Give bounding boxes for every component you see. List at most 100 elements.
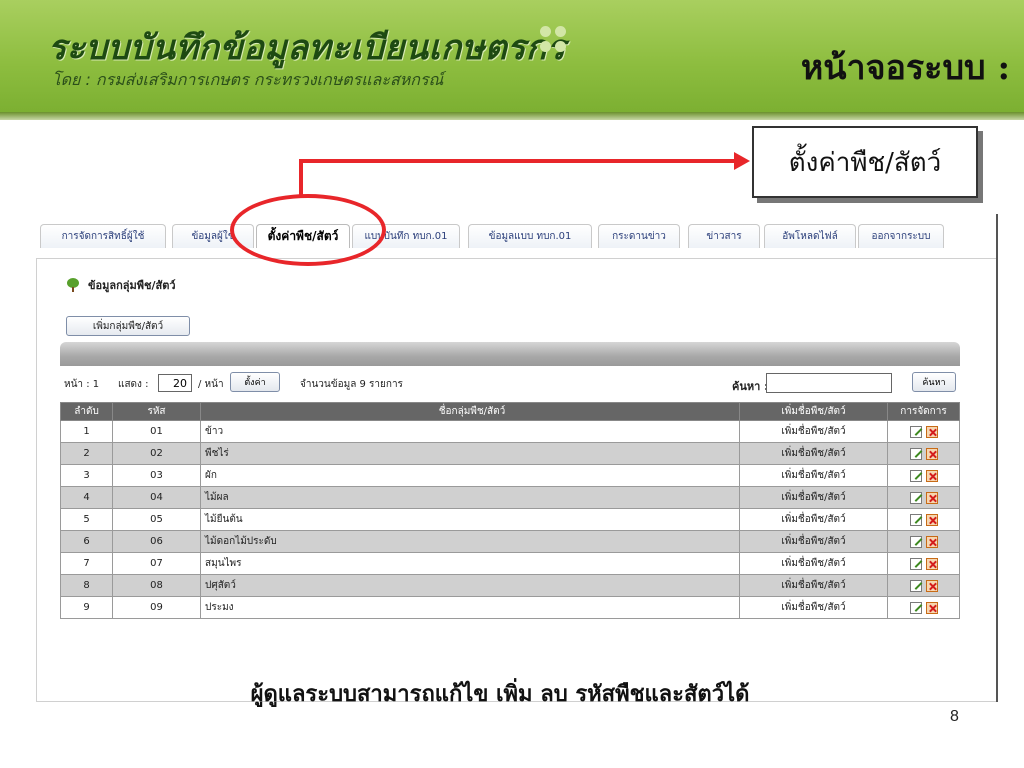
add-crop-name-link[interactable]: เพิ่มชื่อพืช/สัตว์ [739,508,888,531]
cell-name: ผัก [200,464,740,487]
screen-title: หน้าจอระบบ : [800,48,1010,88]
edit-icon[interactable] [909,579,922,592]
table-row: 6 06 ไม้ดอกไม้ประดับ เพิ่มชื่อพืช/สัตว์ [60,530,960,553]
add-crop-name-link[interactable]: เพิ่มชื่อพืช/สัตว์ [739,486,888,509]
tab-upload-file[interactable]: อัพโหลดไฟล์ [764,224,856,248]
banner-divider [0,112,1024,120]
arrow-line-vertical [299,160,303,198]
cell-name: ไม้ดอกไม้ประดับ [200,530,740,553]
cell-code: 03 [112,464,201,487]
table-row: 2 02 พืชไร่ เพิ่มชื่อพืช/สัตว์ [60,442,960,465]
delete-icon[interactable] [925,579,938,592]
add-crop-name-link[interactable]: เพิ่มชื่อพืช/สัตว์ [739,442,888,465]
delete-icon[interactable] [925,513,938,526]
delete-icon[interactable] [925,557,938,570]
add-crop-name-link[interactable]: เพิ่มชื่อพืช/สัตว์ [739,596,888,619]
logo-dots-icon [540,26,570,56]
edit-icon[interactable] [909,513,922,526]
delete-icon[interactable] [925,447,938,460]
cell-no: 8 [60,574,113,597]
delete-icon[interactable] [925,425,938,438]
cell-name: ประมง [200,596,740,619]
cell-no: 3 [60,464,113,487]
cell-no: 1 [60,420,113,443]
cell-name: ปศุสัตว์ [200,574,740,597]
tab-board[interactable]: กระดานข่าว [598,224,680,248]
add-crop-name-link[interactable]: เพิ่มชื่อพืช/สัตว์ [739,574,888,597]
table-row: 9 09 ประมง เพิ่มชื่อพืช/สัตว์ [60,596,960,619]
edit-icon[interactable] [909,447,922,460]
table-row: 3 03 ผัก เพิ่มชื่อพืช/สัตว์ [60,464,960,487]
edit-icon[interactable] [909,491,922,504]
table-row: 1 01 ข้าว เพิ่มชื่อพืช/สัตว์ [60,420,960,443]
page-size-input[interactable] [158,374,192,392]
cell-code: 08 [112,574,201,597]
tab-logout[interactable]: ออกจากระบบ [858,224,944,248]
page-label: หน้า : 1 [64,379,100,390]
cell-code: 06 [112,530,201,553]
cell-actions [887,486,960,509]
page-number: 8 [950,708,959,725]
search-input[interactable] [766,373,892,393]
tab-bar: การจัดการสิทธิ์ผู้ใช้ ข้อมูลผู้ใช้ ตั้งค… [36,224,998,260]
add-crop-name-link[interactable]: เพิ่มชื่อพืช/สัตว์ [739,552,888,575]
cell-no: 6 [60,530,113,553]
header-action: การจัดการ [887,402,960,421]
cell-no: 2 [60,442,113,465]
delete-icon[interactable] [925,535,938,548]
tab-user-rights[interactable]: การจัดการสิทธิ์ผู้ใช้ [40,224,166,248]
search-button[interactable]: ค้นหา [912,372,956,392]
cell-code: 07 [112,552,201,575]
delete-icon[interactable] [925,601,938,614]
header-code: รหัส [112,402,201,421]
add-crop-name-link[interactable]: เพิ่มชื่อพืช/สัตว์ [739,464,888,487]
edit-icon[interactable] [909,469,922,482]
cell-actions [887,530,960,553]
cell-actions [887,464,960,487]
cell-actions [887,596,960,619]
cell-name: สมุนไพร [200,552,740,575]
add-crop-name-link[interactable]: เพิ่มชื่อพืช/สัตว์ [739,530,888,553]
table-row: 5 05 ไม้ยืนต้น เพิ่มชื่อพืช/สัตว์ [60,508,960,531]
cell-name: ไม้ยืนต้น [200,508,740,531]
cell-no: 4 [60,486,113,509]
edit-icon[interactable] [909,601,922,614]
header-no: ลำดับ [60,402,113,421]
edit-icon[interactable] [909,535,922,548]
per-page-label: / หน้า [198,379,224,390]
edit-icon[interactable] [909,557,922,570]
highlight-ellipse [230,194,386,266]
set-page-size-button[interactable]: ตั้งค่า [230,372,280,392]
cell-name: พืชไร่ [200,442,740,465]
table-row: 8 08 ปศุสัตว์ เพิ่มชื่อพืช/สัตว์ [60,574,960,597]
app-screenshot: การจัดการสิทธิ์ผู้ใช้ ข้อมูลผู้ใช้ ตั้งค… [36,214,998,702]
table-row: 7 07 สมุนไพร เพิ่มชื่อพืช/สัตว์ [60,552,960,575]
cell-code: 01 [112,420,201,443]
table-header-row: ลำดับ รหัส ชื่อกลุ่มพืช/สัตว์ เพิ่มชื่อพ… [60,402,960,421]
cell-code: 02 [112,442,201,465]
cell-code: 09 [112,596,201,619]
header-name: ชื่อกลุ่มพืช/สัตว์ [200,402,740,421]
cell-code: 05 [112,508,201,531]
table-body: 1 01 ข้าว เพิ่มชื่อพืช/สัตว์ 2 02 พืชไร่ เพิ่มช… [60,420,960,619]
slide: ระบบบันทึกข้อมูลทะเบียนเกษตรกร โดย : กรม… [0,0,1024,768]
delete-icon[interactable] [925,491,938,504]
cell-actions [887,442,960,465]
edit-icon[interactable] [909,425,922,438]
cell-no: 7 [60,552,113,575]
delete-icon[interactable] [925,469,938,482]
tab-news[interactable]: ข่าวสาร [688,224,760,248]
cell-name: ข้าว [200,420,740,443]
show-label: แสดง : [118,379,149,390]
crop-group-table: ลำดับ รหัส ชื่อกลุ่มพืช/สัตว์ เพิ่มชื่อพ… [60,402,960,619]
add-group-button[interactable]: เพิ่มกลุ่มพืช/สัตว์ [66,316,190,336]
pager-row: หน้า : 1 แสดง : / หน้า ตั้งค่า จำนวนข้อม… [60,372,960,394]
cell-actions [887,420,960,443]
tab-form-data[interactable]: ข้อมูลแบบ ทบก.01 [468,224,592,248]
arrow-head-icon [734,152,750,170]
record-count: จำนวนข้อมูล 9 รายการ [300,379,403,390]
cell-name: ไม้ผล [200,486,740,509]
table-row: 4 04 ไม้ผล เพิ่มชื่อพืช/สัตว์ [60,486,960,509]
app-right-border [996,214,998,702]
add-crop-name-link[interactable]: เพิ่มชื่อพืช/สัตว์ [739,420,888,443]
